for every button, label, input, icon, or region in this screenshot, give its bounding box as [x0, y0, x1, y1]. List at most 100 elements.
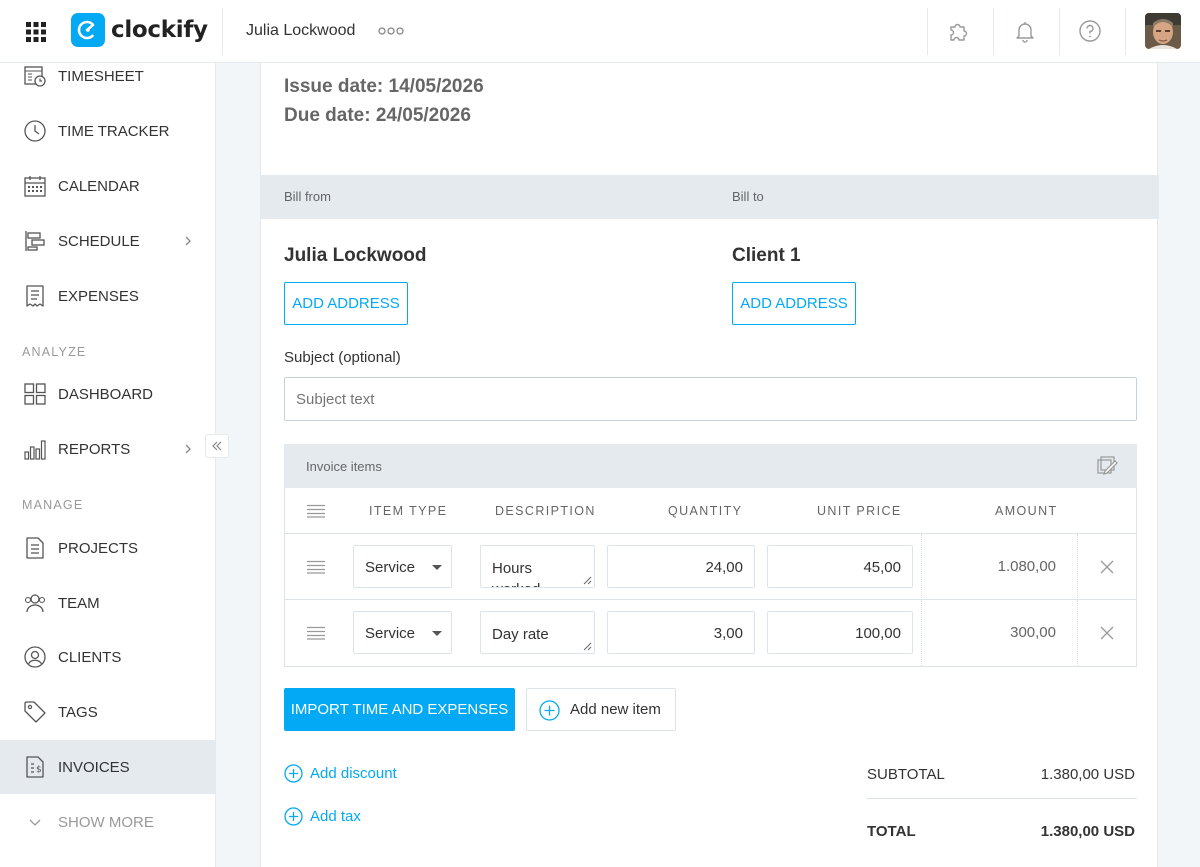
- divider: [1077, 600, 1078, 666]
- item-type-value: Service: [365, 625, 416, 642]
- workspace-name[interactable]: Julia Lockwood: [246, 22, 355, 40]
- invoice-items-header: Invoice items: [284, 444, 1137, 488]
- invoice-items-table: ITEM TYPE DESCRIPTION QUANTITY UNIT PRIC…: [284, 488, 1137, 667]
- sidebar-item-label: PROJECTS: [58, 539, 139, 557]
- description-value: Hours worked: [492, 560, 540, 587]
- bill-to-label: Bill to: [732, 189, 764, 204]
- plus-circle-icon: [284, 764, 303, 783]
- resize-grip-icon[interactable]: [583, 576, 592, 585]
- bill-header: Bill from Bill to: [261, 175, 1159, 219]
- dashboard-icon: [23, 382, 47, 406]
- invoice-icon: $: [23, 755, 47, 779]
- collapse-sidebar-button[interactable]: [205, 434, 229, 458]
- item-type-select[interactable]: Service: [353, 545, 452, 588]
- quantity-value: 3,00: [713, 625, 743, 642]
- add-tax-label: Add tax: [310, 808, 361, 825]
- svg-text:$: $: [36, 765, 42, 775]
- clockify-logo[interactable]: clockify: [71, 13, 208, 47]
- unit-price-input[interactable]: 45,00: [767, 545, 913, 588]
- help-icon[interactable]: [1077, 18, 1103, 44]
- document-icon: [23, 536, 47, 560]
- app-name: clockify: [111, 17, 208, 43]
- apps-grid-icon[interactable]: [24, 20, 48, 44]
- subtotal-label: SUBTOTAL: [867, 766, 945, 783]
- sidebar-item-label: CLIENTS: [58, 648, 122, 666]
- bell-icon[interactable]: [1012, 18, 1038, 44]
- avatar[interactable]: [1145, 13, 1181, 49]
- quantity-input[interactable]: 24,00: [607, 545, 755, 588]
- divider: [921, 534, 922, 600]
- remove-row-icon[interactable]: [1100, 626, 1114, 640]
- more-options-icon[interactable]: [378, 26, 404, 36]
- sidebar-item-tags[interactable]: TAGS: [0, 685, 216, 739]
- add-new-item-label: Add new item: [570, 701, 661, 718]
- add-new-item-button[interactable]: Add new item: [526, 688, 676, 731]
- schedule-icon: [23, 229, 47, 253]
- unit-price-value: 100,00: [855, 625, 901, 642]
- section-label-manage: MANAGE: [22, 498, 84, 512]
- drag-handle-icon[interactable]: [306, 626, 326, 640]
- unit-price-input[interactable]: 100,00: [767, 611, 913, 654]
- bill-to-name: Client 1: [732, 245, 801, 266]
- sidebar-item-clients[interactable]: CLIENTS: [0, 630, 216, 684]
- amount-value: 300,00: [1010, 624, 1056, 641]
- drag-handle-icon[interactable]: [306, 560, 326, 574]
- sidebar-item-label: INVOICES: [58, 758, 130, 776]
- reports-icon: [23, 437, 47, 461]
- show-more-button[interactable]: SHOW MORE: [0, 795, 216, 849]
- add-address-from-button[interactable]: ADD ADDRESS: [284, 282, 408, 325]
- due-date: Due date: 24/05/2026: [284, 105, 471, 126]
- column-header-description: DESCRIPTION: [495, 504, 596, 518]
- caret-down-icon: [432, 565, 442, 571]
- chevron-right-icon: [182, 443, 194, 455]
- sidebar-item-schedule[interactable]: SCHEDULE: [0, 214, 216, 268]
- sidebar-item-invoices[interactable]: $ INVOICES: [0, 740, 216, 794]
- section-label-analyze: ANALYZE: [22, 345, 87, 359]
- sidebar-item-team[interactable]: TEAM: [0, 576, 216, 630]
- bill-from-label: Bill from: [284, 189, 331, 204]
- sidebar-item-dashboard[interactable]: DASHBOARD: [0, 367, 216, 421]
- double-chevron-left-icon: [212, 441, 222, 451]
- sidebar-item-timesheet[interactable]: TIMESHEET: [0, 49, 216, 103]
- amount-value: 1.080,00: [997, 558, 1056, 575]
- sidebar-item-calendar[interactable]: CALENDAR: [0, 159, 216, 213]
- subject-input[interactable]: [284, 377, 1137, 421]
- sidebar-item-projects[interactable]: PROJECTS: [0, 521, 216, 575]
- invoice-items-title: Invoice items: [306, 459, 382, 474]
- puzzle-icon[interactable]: [946, 18, 972, 44]
- add-address-to-button[interactable]: ADD ADDRESS: [732, 282, 856, 325]
- add-tax-link[interactable]: Add tax: [284, 807, 361, 826]
- receipt-icon: [23, 284, 47, 308]
- sidebar-item-label: TIMESHEET: [58, 67, 144, 85]
- sidebar-item-label: TIME TRACKER: [58, 122, 170, 140]
- import-time-and-expenses-button[interactable]: IMPORT TIME AND EXPENSES: [284, 688, 515, 731]
- remove-row-icon[interactable]: [1100, 560, 1114, 574]
- plus-circle-icon: [284, 807, 303, 826]
- team-icon: [23, 591, 47, 615]
- description-input[interactable]: Day rate: [480, 611, 595, 654]
- clock-icon: [23, 119, 47, 143]
- total-label: TOTAL: [867, 823, 916, 840]
- sidebar: TIMESHEET TIME TRACKER CALENDAR SCHEDULE…: [0, 63, 216, 867]
- description-input[interactable]: Hours worked: [480, 545, 595, 588]
- divider: [993, 8, 994, 55]
- quantity-input[interactable]: 3,00: [607, 611, 755, 654]
- calendar-icon: [23, 174, 47, 198]
- resize-grip-icon[interactable]: [583, 642, 592, 651]
- edit-columns-icon[interactable]: [1096, 455, 1118, 477]
- add-discount-link[interactable]: Add discount: [284, 764, 397, 783]
- tag-icon: [23, 700, 47, 724]
- sidebar-item-label: CALENDAR: [58, 177, 140, 195]
- column-header-item-type: ITEM TYPE: [369, 504, 448, 518]
- sidebar-item-expenses[interactable]: EXPENSES: [0, 269, 216, 323]
- description-value: Day rate: [492, 626, 549, 643]
- column-header-amount: AMOUNT: [995, 504, 1058, 518]
- item-type-select[interactable]: Service: [353, 611, 452, 654]
- sidebar-item-time-tracker[interactable]: TIME TRACKER: [0, 104, 216, 158]
- bill-from-name: Julia Lockwood: [284, 245, 427, 266]
- item-type-value: Service: [365, 559, 416, 576]
- caret-down-icon: [432, 631, 442, 637]
- sidebar-item-label: TEAM: [58, 594, 100, 612]
- drag-handle-icon: [306, 504, 326, 518]
- sidebar-item-reports[interactable]: REPORTS: [0, 422, 216, 476]
